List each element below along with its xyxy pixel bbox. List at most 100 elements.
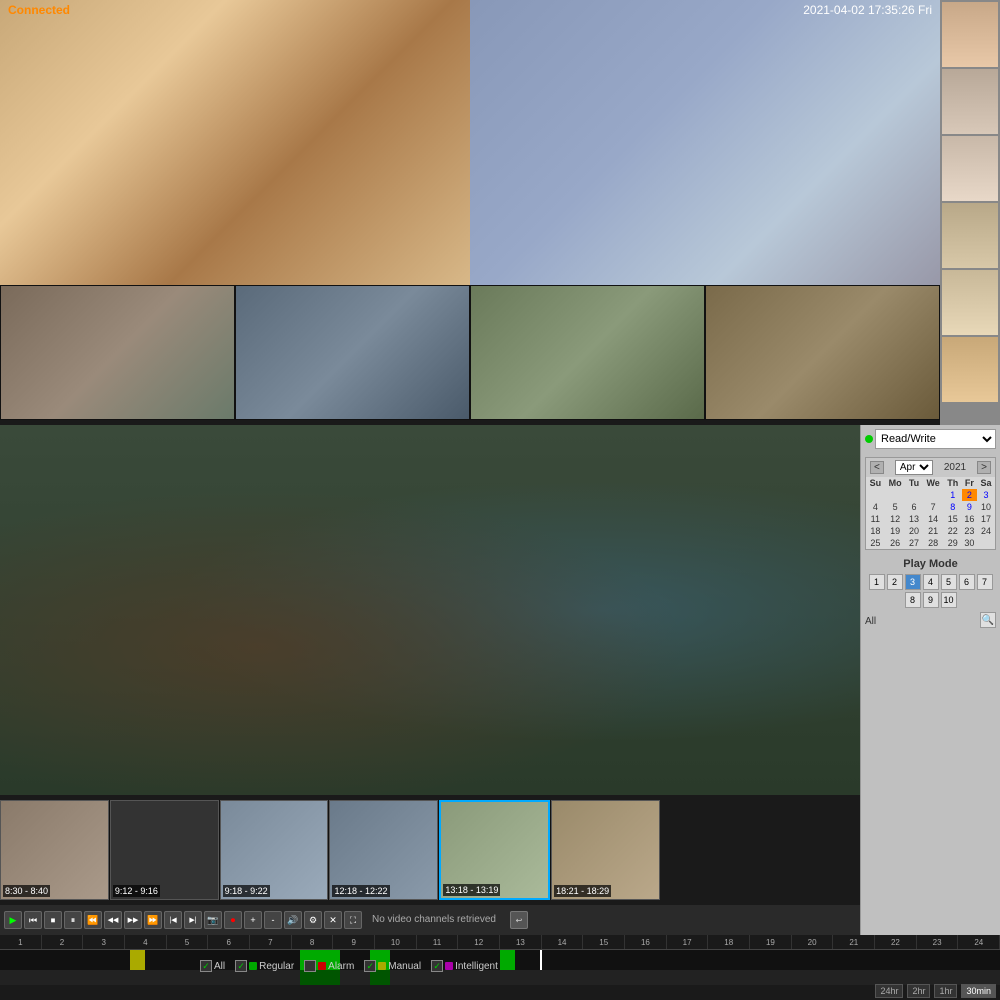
cal-day-9[interactable]: 9 bbox=[962, 501, 977, 513]
audio-button[interactable]: 🔊 bbox=[284, 911, 302, 929]
camera-6[interactable] bbox=[705, 285, 940, 420]
cal-day-16[interactable]: 16 bbox=[962, 513, 977, 525]
pm-btn-3[interactable]: 3 bbox=[905, 574, 921, 590]
cal-day-5[interactable]: 5 bbox=[885, 501, 906, 513]
cal-day-12[interactable]: 12 bbox=[885, 513, 906, 525]
cal-day-10[interactable]: 10 bbox=[977, 501, 995, 513]
pm-btn-10[interactable]: 10 bbox=[941, 592, 957, 608]
cal-day-3[interactable]: 3 bbox=[977, 489, 995, 501]
zoom-2hr[interactable]: 2hr bbox=[907, 984, 930, 998]
cal-day-24[interactable]: 24 bbox=[977, 525, 995, 537]
pm-btn-6[interactable]: 6 bbox=[959, 574, 975, 590]
calendar-prev[interactable]: < bbox=[870, 461, 884, 474]
zoom-out-button[interactable]: - bbox=[264, 911, 282, 929]
pm-btn-1[interactable]: 1 bbox=[869, 574, 885, 590]
face-thumb-2[interactable] bbox=[942, 69, 998, 134]
timeline[interactable]: 123456789101112131415161718192021222324 … bbox=[0, 935, 1000, 1000]
thumb-3[interactable]: 9:18 - 9:22 bbox=[220, 800, 329, 900]
legend-manual-check[interactable] bbox=[364, 960, 376, 972]
pause-button[interactable]: ⏸ bbox=[64, 911, 82, 929]
camera-3[interactable] bbox=[0, 285, 235, 420]
cal-day-20[interactable]: 20 bbox=[905, 525, 922, 537]
camera-5[interactable] bbox=[470, 285, 705, 420]
pm-btn-4[interactable]: 4 bbox=[923, 574, 939, 590]
face-thumb-1[interactable] bbox=[942, 2, 998, 67]
play-mode-all[interactable]: All bbox=[865, 616, 876, 627]
cal-day-22[interactable]: 22 bbox=[944, 525, 962, 537]
cal-day-6[interactable]: 6 bbox=[905, 501, 922, 513]
pm-btn-2[interactable]: 2 bbox=[887, 574, 903, 590]
cal-day-we: We bbox=[923, 477, 944, 489]
play-button[interactable]: ▶ bbox=[4, 911, 22, 929]
cal-day-21[interactable]: 21 bbox=[923, 525, 944, 537]
stop-button[interactable]: ⏹ bbox=[44, 911, 62, 929]
tl-hour-4: 4 bbox=[125, 935, 167, 949]
zoom-24hr[interactable]: 24hr bbox=[875, 984, 903, 998]
calendar-next[interactable]: > bbox=[977, 461, 991, 474]
pm-btn-9[interactable]: 9 bbox=[923, 592, 939, 608]
camera-4[interactable] bbox=[235, 285, 470, 420]
cal-day-11[interactable]: 11 bbox=[866, 513, 885, 525]
thumb-1[interactable]: 8:30 - 8:40 bbox=[0, 800, 109, 900]
zoom-30min[interactable]: 30min bbox=[961, 984, 996, 998]
pm-btn-5[interactable]: 5 bbox=[941, 574, 957, 590]
cal-day-19[interactable]: 19 bbox=[885, 525, 906, 537]
calendar-month-select[interactable]: Apr bbox=[895, 460, 933, 475]
cal-day-4[interactable]: 4 bbox=[866, 501, 885, 513]
legend-regular-check[interactable] bbox=[235, 960, 247, 972]
thumb-4[interactable]: 12:18 - 12:22 bbox=[329, 800, 438, 900]
thumb-6[interactable]: 18:21 - 18:29 bbox=[551, 800, 660, 900]
zoom-in-button[interactable]: + bbox=[244, 911, 262, 929]
face-thumb-6[interactable] bbox=[942, 337, 998, 402]
cal-day-1[interactable]: 1 bbox=[944, 489, 962, 501]
cal-day-23[interactable]: 23 bbox=[962, 525, 977, 537]
slow-rev-button[interactable]: ◀◀ bbox=[104, 911, 122, 929]
face-thumb-5[interactable] bbox=[942, 270, 998, 335]
cal-day-2[interactable]: 2 bbox=[962, 489, 977, 501]
cal-day-25[interactable]: 25 bbox=[866, 537, 885, 549]
cal-day-13[interactable]: 13 bbox=[905, 513, 922, 525]
thumb-5[interactable]: 13:18 - 13:19 bbox=[439, 800, 550, 900]
legend-intelligent-check[interactable] bbox=[431, 960, 443, 972]
fast-fwd-button[interactable]: ⏩ bbox=[144, 911, 162, 929]
cal-day-29[interactable]: 29 bbox=[944, 537, 962, 549]
legend-alarm-check[interactable] bbox=[304, 960, 316, 972]
legend-all-check[interactable] bbox=[200, 960, 212, 972]
tl-hour-21: 21 bbox=[833, 935, 875, 949]
rewind-button[interactable]: ⏪ bbox=[84, 911, 102, 929]
cal-day-28[interactable]: 28 bbox=[923, 537, 944, 549]
pm-btn-7[interactable]: 7 bbox=[977, 574, 993, 590]
cal-day-26[interactable]: 26 bbox=[885, 537, 906, 549]
prev-frame-button[interactable]: ⏮ bbox=[24, 911, 42, 929]
face-thumb-3[interactable] bbox=[942, 136, 998, 201]
cal-day-15[interactable]: 15 bbox=[944, 513, 962, 525]
close-button[interactable]: ✕ bbox=[324, 911, 342, 929]
cal-day-30[interactable]: 30 bbox=[962, 537, 977, 549]
thumb-2[interactable]: 9:12 - 9:16 bbox=[110, 800, 219, 900]
read-write-dropdown[interactable]: Read/Write bbox=[875, 429, 996, 449]
timeline-track[interactable] bbox=[0, 950, 1000, 970]
cal-day-14[interactable]: 14 bbox=[923, 513, 944, 525]
next-seg-button[interactable]: ▶| bbox=[184, 911, 202, 929]
pm-btn-8[interactable]: 8 bbox=[905, 592, 921, 608]
cal-day-17[interactable]: 17 bbox=[977, 513, 995, 525]
camera-1[interactable] bbox=[0, 0, 470, 285]
play-mode-numbers: 1234567 8910 bbox=[865, 574, 996, 608]
settings-button[interactable]: ⚙ bbox=[304, 911, 322, 929]
cal-day-7[interactable]: 7 bbox=[923, 501, 944, 513]
record-button[interactable]: ⏺ bbox=[224, 911, 242, 929]
prev-seg-button[interactable]: |◀ bbox=[164, 911, 182, 929]
camera-2[interactable] bbox=[470, 0, 940, 285]
slow-fwd-button[interactable]: ▶▶ bbox=[124, 911, 142, 929]
cal-day-27[interactable]: 27 bbox=[905, 537, 922, 549]
tl-seg-3 bbox=[500, 950, 515, 970]
return-button[interactable]: ↩ bbox=[510, 911, 528, 929]
cal-day-18[interactable]: 18 bbox=[866, 525, 885, 537]
capture-button[interactable]: 📷 bbox=[204, 911, 222, 929]
play-mode-search[interactable]: 🔍 bbox=[980, 612, 996, 628]
cal-day-8[interactable]: 8 bbox=[944, 501, 962, 513]
face-thumb-4[interactable] bbox=[942, 203, 998, 268]
fullscreen-button[interactable]: ⛶ bbox=[344, 911, 362, 929]
playback-area[interactable] bbox=[0, 425, 860, 795]
zoom-1hr[interactable]: 1hr bbox=[934, 984, 957, 998]
